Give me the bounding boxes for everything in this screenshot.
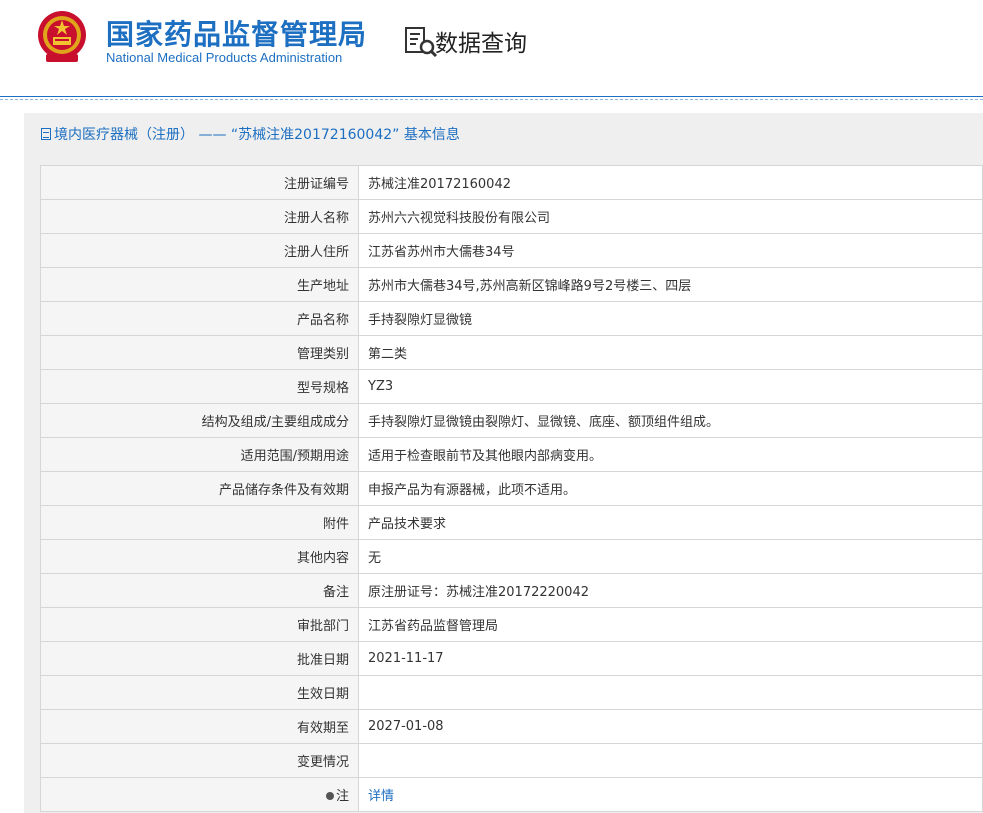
table-row: 审批部门 江苏省药品监督管理局	[40, 607, 983, 642]
row-label: 生产地址	[40, 267, 359, 302]
table-row: 结构及组成/主要组成成分 手持裂隙灯显微镜由裂隙灯、显微镜、底座、额顶组件组成。	[40, 403, 983, 438]
row-value: 苏州市大儒巷34号,苏州高新区锦峰路9号2号楼三、四层	[358, 267, 983, 302]
row-label: 产品名称	[40, 301, 359, 336]
row-label-note: 注	[40, 777, 359, 812]
details-link[interactable]: 详情	[368, 789, 394, 804]
table-row: 批准日期 2021-11-17	[40, 641, 983, 676]
table-row: 生产地址 苏州市大儒巷34号,苏州高新区锦峰路9号2号楼三、四层	[40, 267, 983, 302]
row-value: 手持裂隙灯显微镜由裂隙灯、显微镜、底座、额顶组件组成。	[358, 403, 983, 438]
table-row: 注 详情	[40, 777, 983, 812]
bulb-icon	[325, 792, 334, 800]
table-row: 注册人住所 江苏省苏州市大儒巷34号	[40, 233, 983, 268]
row-label: 结构及组成/主要组成成分	[40, 403, 359, 438]
row-label: 产品储存条件及有效期	[40, 471, 359, 506]
table-row: 注册人名称 苏州六六视觉科技股份有限公司	[40, 199, 983, 234]
row-label: 型号规格	[40, 369, 359, 404]
row-label: 备注	[40, 573, 359, 608]
row-label: 审批部门	[40, 607, 359, 642]
brand-name-en: National Medical Products Administration	[106, 50, 343, 65]
row-value: 适用于检查眼前节及其他眼内部病变用。	[358, 437, 983, 472]
row-value: 申报产品为有源器械，此项不适用。	[358, 471, 983, 506]
header-divider-dashed	[0, 99, 983, 100]
site-header: 国家药品监督管理局 National Medical Products Admi…	[0, 0, 983, 96]
row-value: 原注册证号：苏械注准20172220042	[358, 573, 983, 608]
row-label: 注册人住所	[40, 233, 359, 268]
table-row: 附件 产品技术要求	[40, 505, 983, 540]
section-title: 数据查询	[435, 31, 527, 57]
table-row: 管理类别 第二类	[40, 335, 983, 370]
table-row: 备注 原注册证号：苏械注准20172220042	[40, 573, 983, 608]
brand-name-cn: 国家药品监督管理局	[106, 18, 368, 51]
row-label: 生效日期	[40, 675, 359, 710]
row-label: 管理类别	[40, 335, 359, 370]
row-value: 江苏省药品监督管理局	[358, 607, 983, 642]
national-emblem-icon	[38, 11, 86, 62]
row-value	[358, 675, 983, 710]
row-value: 苏械注准20172160042	[358, 165, 983, 200]
detail-table: 注册证编号 苏械注准20172160042 注册人名称 苏州六六视觉科技股份有限公司…	[40, 165, 983, 812]
header-divider	[0, 96, 983, 97]
row-label: 附件	[40, 505, 359, 540]
row-label: 适用范围/预期用途	[40, 437, 359, 472]
table-row: 产品储存条件及有效期 申报产品为有源器械，此项不适用。	[40, 471, 983, 506]
table-row: 有效期至 2027-01-08	[40, 709, 983, 744]
row-value: 第二类	[358, 335, 983, 370]
row-value: 无	[358, 539, 983, 574]
row-label: 注册人名称	[40, 199, 359, 234]
table-row: 生效日期	[40, 675, 983, 710]
panel-title-text: 境内医疗器械（注册） —— “苏械注准20172160042” 基本信息	[54, 127, 460, 143]
row-label: 注册证编号	[40, 165, 359, 200]
row-value: 苏州六六视觉科技股份有限公司	[358, 199, 983, 234]
table-row: 适用范围/预期用途 适用于检查眼前节及其他眼内部病变用。	[40, 437, 983, 472]
row-value-note: 详情	[358, 777, 983, 812]
panel-title: 境内医疗器械（注册） —— “苏械注准20172160042” 基本信息	[41, 124, 460, 144]
table-row: 变更情况	[40, 743, 983, 778]
table-row: 产品名称 手持裂隙灯显微镜	[40, 301, 983, 336]
row-label: 其他内容	[40, 539, 359, 574]
row-value	[358, 743, 983, 778]
row-label: 有效期至	[40, 709, 359, 744]
document-search-icon	[405, 27, 438, 57]
table-row: 型号规格 YZ3	[40, 369, 983, 404]
row-value: 2027-01-08	[358, 709, 983, 744]
note-label: 注	[335, 789, 349, 804]
table-row: 其他内容无	[40, 539, 983, 574]
document-icon	[41, 128, 51, 140]
row-value: YZ3	[358, 369, 983, 404]
row-value: 江苏省苏州市大儒巷34号	[358, 233, 983, 268]
row-value: 产品技术要求	[358, 505, 983, 540]
row-value: 2021-11-17	[358, 641, 983, 676]
row-label: 变更情况	[40, 743, 359, 778]
row-label: 批准日期	[40, 641, 359, 676]
row-value: 手持裂隙灯显微镜	[358, 301, 983, 336]
table-row: 注册证编号 苏械注准20172160042	[40, 165, 983, 200]
